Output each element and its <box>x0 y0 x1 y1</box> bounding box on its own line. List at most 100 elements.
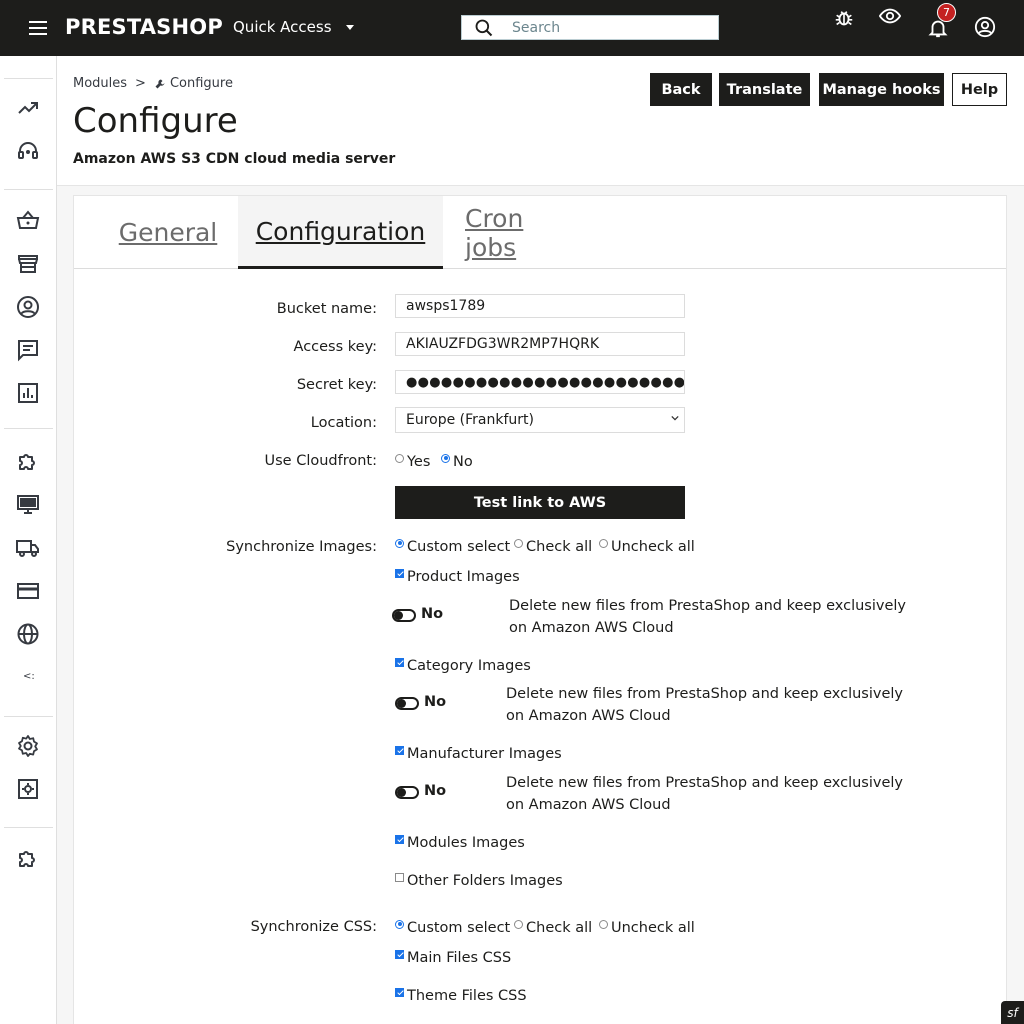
sync-css-custom-option[interactable]: Custom select <box>395 919 511 936</box>
sync-images-label: Synchronize Images: <box>226 539 377 555</box>
collapse-sidebar-icon[interactable]: <: <box>23 671 35 682</box>
location-select[interactable]: Europe (Frankfurt) <box>395 407 685 433</box>
quick-access-dropdown[interactable]: Quick Access <box>233 18 354 36</box>
main-files-css-label: Main Files CSS <box>407 950 512 966</box>
truck-icon[interactable] <box>16 536 40 560</box>
top-navbar: PRESTASHOP Quick Access 7 <box>0 0 1024 56</box>
breadcrumb-current-label: Configure <box>169 76 233 91</box>
sync-css-uncheckall-label: Uncheck all <box>611 920 695 936</box>
sidebar: <: <box>0 56 57 1024</box>
other-folders-images-option[interactable]: Other Folders Images <box>395 872 563 889</box>
search-icon[interactable] <box>474 18 494 38</box>
sync-images-uncheckall-label: Uncheck all <box>611 539 695 555</box>
trending-up-icon[interactable] <box>16 96 40 120</box>
sync-css-uncheckall-radio[interactable] <box>599 919 608 929</box>
breadcrumb-modules-link[interactable]: Modules <box>73 76 127 91</box>
caret-down-icon <box>345 24 354 30</box>
sidebar-divider <box>4 428 53 429</box>
sync-css-checkall-label: Check all <box>526 920 593 936</box>
user-circle-icon[interactable] <box>974 16 996 38</box>
globe-icon[interactable] <box>16 622 40 646</box>
main-files-css-checkbox[interactable] <box>395 949 404 959</box>
other-folders-images-checkbox[interactable] <box>395 872 404 882</box>
translate-button[interactable]: Translate <box>719 73 810 106</box>
customer-icon[interactable] <box>16 295 40 319</box>
manufacturer-images-option[interactable]: Manufacturer Images <box>395 745 562 762</box>
sync-css-label: Synchronize CSS: <box>250 919 377 935</box>
cloudfront-yes-label: Yes <box>407 454 431 470</box>
cloudfront-yes-radio[interactable] <box>395 453 404 463</box>
search-box <box>461 15 719 40</box>
bucket-name-input[interactable] <box>395 294 685 318</box>
sync-css-custom-radio[interactable] <box>395 919 404 929</box>
sync-images-uncheckall-radio[interactable] <box>599 538 608 548</box>
page-subtitle: Amazon AWS S3 CDN cloud media server <box>73 151 396 167</box>
tab-configuration[interactable]: Configuration <box>238 196 443 269</box>
product-images-checkbox[interactable] <box>395 568 404 578</box>
puzzle-icon[interactable] <box>16 449 40 473</box>
sync-images-checkall-option[interactable]: Check all <box>514 538 592 555</box>
bug-icon[interactable] <box>833 7 855 29</box>
bucket-name-label: Bucket name: <box>276 301 377 317</box>
test-aws-link-button[interactable]: Test link to AWS <box>395 486 685 519</box>
manufacturer-images-delete-toggle[interactable] <box>395 786 419 799</box>
cloudfront-yes-option[interactable]: Yes <box>395 453 431 470</box>
sync-images-custom-radio[interactable] <box>395 538 404 548</box>
cloudfront-no-radio[interactable] <box>441 453 450 463</box>
basket-icon[interactable] <box>16 208 40 232</box>
credit-card-icon[interactable] <box>16 579 40 603</box>
sync-images-uncheckall-option[interactable]: Uncheck all <box>599 538 695 555</box>
prestashop-logo[interactable]: PRESTASHOP <box>65 15 223 39</box>
help-button[interactable]: Help <box>952 73 1007 106</box>
wrench-icon <box>155 79 165 88</box>
sidebar-divider <box>4 716 53 717</box>
category-images-option[interactable]: Category Images <box>395 657 531 674</box>
cloudfront-no-option[interactable]: No <box>441 453 473 470</box>
sync-images-custom-option[interactable]: Custom select <box>395 538 510 555</box>
category-images-checkbox[interactable] <box>395 657 404 667</box>
cloudfront-label: Use Cloudfront: <box>264 453 378 469</box>
monitor-icon[interactable] <box>16 493 40 517</box>
sync-css-custom-label: Custom select <box>407 920 511 936</box>
tab-cron-jobs[interactable]: Cron jobs <box>465 196 580 269</box>
gear-icon[interactable] <box>16 734 40 758</box>
manage-hooks-button[interactable]: Manage hooks <box>819 73 944 106</box>
tab-general[interactable]: General <box>119 196 218 269</box>
notification-badge: 7 <box>937 3 956 22</box>
access-key-input[interactable] <box>395 332 685 356</box>
sync-css-uncheckall-option[interactable]: Uncheck all <box>599 919 695 936</box>
modules-images-label: Modules Images <box>407 835 525 851</box>
support-headset-icon[interactable] <box>16 139 40 163</box>
settings-box-icon[interactable] <box>16 777 40 801</box>
category-images-delete-toggle[interactable] <box>395 697 419 710</box>
stats-icon[interactable] <box>16 381 40 405</box>
symfony-toolbar-icon[interactable]: sf <box>1001 1001 1024 1024</box>
product-images-option[interactable]: Product Images <box>395 568 520 585</box>
search-input[interactable] <box>512 19 702 36</box>
location-label: Location: <box>310 415 377 431</box>
eye-icon[interactable] <box>879 5 901 27</box>
main-files-css-option[interactable]: Main Files CSS <box>395 949 512 966</box>
chevron-down-icon <box>671 415 679 421</box>
modules-images-option[interactable]: Modules Images <box>395 834 525 851</box>
location-value: Europe (Frankfurt) <box>406 412 535 428</box>
back-button[interactable]: Back <box>650 73 712 106</box>
manufacturer-images-help-text: Delete new files from PrestaShop and kee… <box>506 775 903 813</box>
secret-key-input[interactable] <box>395 370 685 394</box>
modules-images-checkbox[interactable] <box>395 834 404 844</box>
tab-bar: General Configuration Cron jobs <box>74 196 1006 269</box>
store-icon[interactable] <box>16 252 40 276</box>
sync-css-checkall-radio[interactable] <box>514 919 523 929</box>
sync-css-checkall-option[interactable]: Check all <box>514 919 593 936</box>
menu-icon[interactable] <box>26 16 50 40</box>
puzzle-icon[interactable] <box>16 846 40 870</box>
chat-icon[interactable] <box>16 338 40 362</box>
sync-images-checkall-radio[interactable] <box>514 538 523 548</box>
sidebar-divider <box>4 78 53 79</box>
theme-files-css-label: Theme Files CSS <box>407 988 527 1004</box>
manufacturer-images-checkbox[interactable] <box>395 745 404 755</box>
theme-files-css-option[interactable]: Theme Files CSS <box>395 987 527 1004</box>
theme-files-css-checkbox[interactable] <box>395 987 404 997</box>
page-header: Modules > Configure Configure Amazon AWS… <box>57 56 1024 186</box>
product-images-delete-toggle[interactable] <box>392 609 416 622</box>
